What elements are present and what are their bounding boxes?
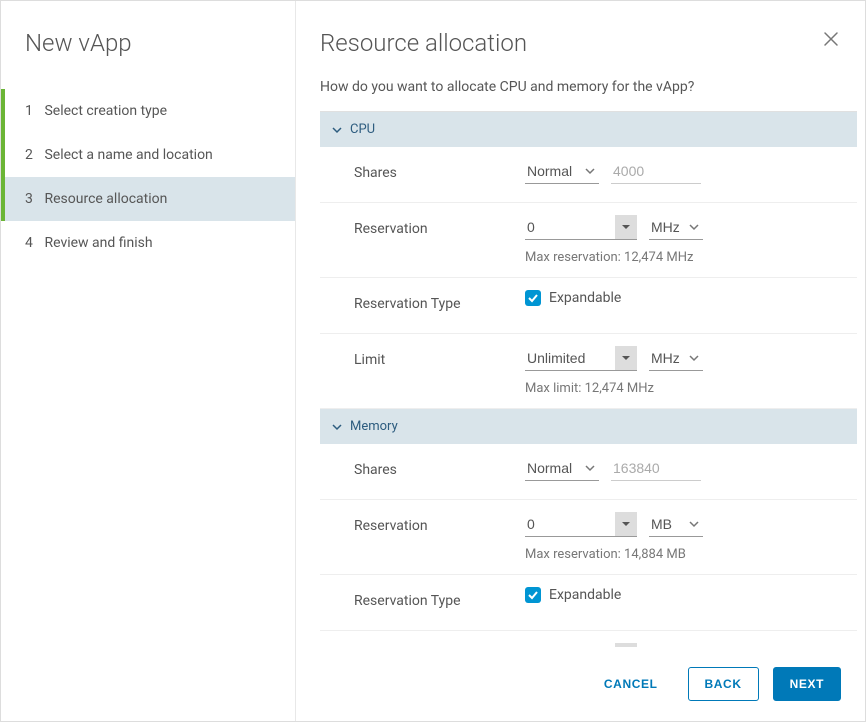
cpu-limit-input[interactable] [525,346,615,370]
cpu-reservation-dropdown-btn[interactable] [615,215,637,239]
cpu-reservation-unit-select[interactable]: MHz [649,215,703,240]
step-number: 2 [25,147,41,163]
memory-reservation-dropdown-btn[interactable] [615,512,637,536]
cpu-reservation-note: Max reservation: 12,474 MHz [525,250,837,265]
wizard-title: New vApp [1,29,295,81]
wizard-steps: 1 Select creation type 2 Select a name a… [1,89,295,265]
step-number: 4 [25,235,41,251]
step-review-finish[interactable]: 4 Review and finish [1,221,295,265]
cancel-button[interactable]: CANCEL [588,668,674,700]
step-label: Select a name and location [44,147,212,163]
memory-reservation-type-row: Reservation Type Expandable [320,575,857,631]
modal-dialog: New vApp 1 Select creation type 2 Select… [0,0,866,722]
cpu-limit-label: Limit [340,346,525,368]
cpu-expandable-label: Expandable [549,290,621,306]
cpu-shares-mode-select[interactable]: Normal [525,159,599,184]
memory-reservation-note: Max reservation: 14,884 MB [525,547,837,562]
cpu-shares-value [611,159,701,184]
chevron-down-icon [332,422,342,432]
memory-reservation-label: Reservation [340,512,525,534]
memory-reservation-row: Reservation MB Max reservation: [320,500,857,575]
memory-shares-label: Shares [340,456,525,478]
cpu-shares-row: Shares Normal [320,147,857,203]
next-button[interactable]: NEXT [773,667,841,701]
main-header: Resource allocation [296,1,865,77]
page-title: Resource allocation [320,29,527,57]
cpu-limit-row: Limit MHz Max limit: 12,474 MHz [320,334,857,409]
cpu-reservation-input[interactable] [525,215,615,239]
wizard-footer: CANCEL BACK NEXT [296,647,865,721]
memory-section-header[interactable]: Memory [320,409,857,444]
cpu-limit-combo[interactable] [525,346,637,371]
memory-expandable-label: Expandable [549,587,621,603]
memory-shares-value [611,456,701,481]
step-number: 3 [25,191,41,207]
wizard-main: Resource allocation How do you want to a… [296,1,865,721]
cpu-reservation-type-row: Reservation Type Expandable [320,278,857,334]
wizard-sidebar: New vApp 1 Select creation type 2 Select… [1,1,296,721]
back-button[interactable]: BACK [688,667,759,701]
close-icon[interactable] [821,29,841,49]
step-label: Select creation type [44,103,167,119]
cpu-limit-dropdown-btn[interactable] [615,346,637,370]
step-label: Resource allocation [44,191,167,207]
step-select-name-location[interactable]: 2 Select a name and location [1,133,295,177]
form-scroll-area[interactable]: CPU Shares Normal Reservation [320,111,857,647]
memory-reservation-type-label: Reservation Type [340,587,525,609]
cpu-reservation-type-label: Reservation Type [340,290,525,312]
step-select-creation-type[interactable]: 1 Select creation type [1,89,295,133]
memory-shares-mode-select[interactable]: Normal [525,456,599,481]
memory-limit-row: Limit MB Max limit: 14,884 MB [320,631,857,647]
cpu-section-label: CPU [350,122,375,137]
memory-reservation-input[interactable] [525,512,615,536]
cpu-section-header[interactable]: CPU [320,112,857,147]
cpu-limit-note: Max limit: 12,474 MHz [525,381,837,396]
cpu-reservation-row: Reservation MHz Max reservation [320,203,857,278]
memory-expandable-checkbox[interactable] [525,587,541,603]
cpu-expandable-checkbox[interactable] [525,290,541,306]
memory-section-label: Memory [350,419,398,434]
cpu-reservation-combo[interactable] [525,215,637,240]
memory-shares-row: Shares Normal [320,444,857,500]
cpu-shares-label: Shares [340,159,525,181]
chevron-down-icon [332,125,342,135]
cpu-reservation-label: Reservation [340,215,525,237]
cpu-limit-unit-select[interactable]: MHz [649,346,703,371]
memory-reservation-unit-select[interactable]: MB [649,512,703,537]
memory-reservation-combo[interactable] [525,512,637,537]
page-subtitle: How do you want to allocate CPU and memo… [296,77,865,111]
step-number: 1 [25,103,41,119]
step-label: Review and finish [44,235,152,251]
step-resource-allocation[interactable]: 3 Resource allocation [1,177,295,221]
